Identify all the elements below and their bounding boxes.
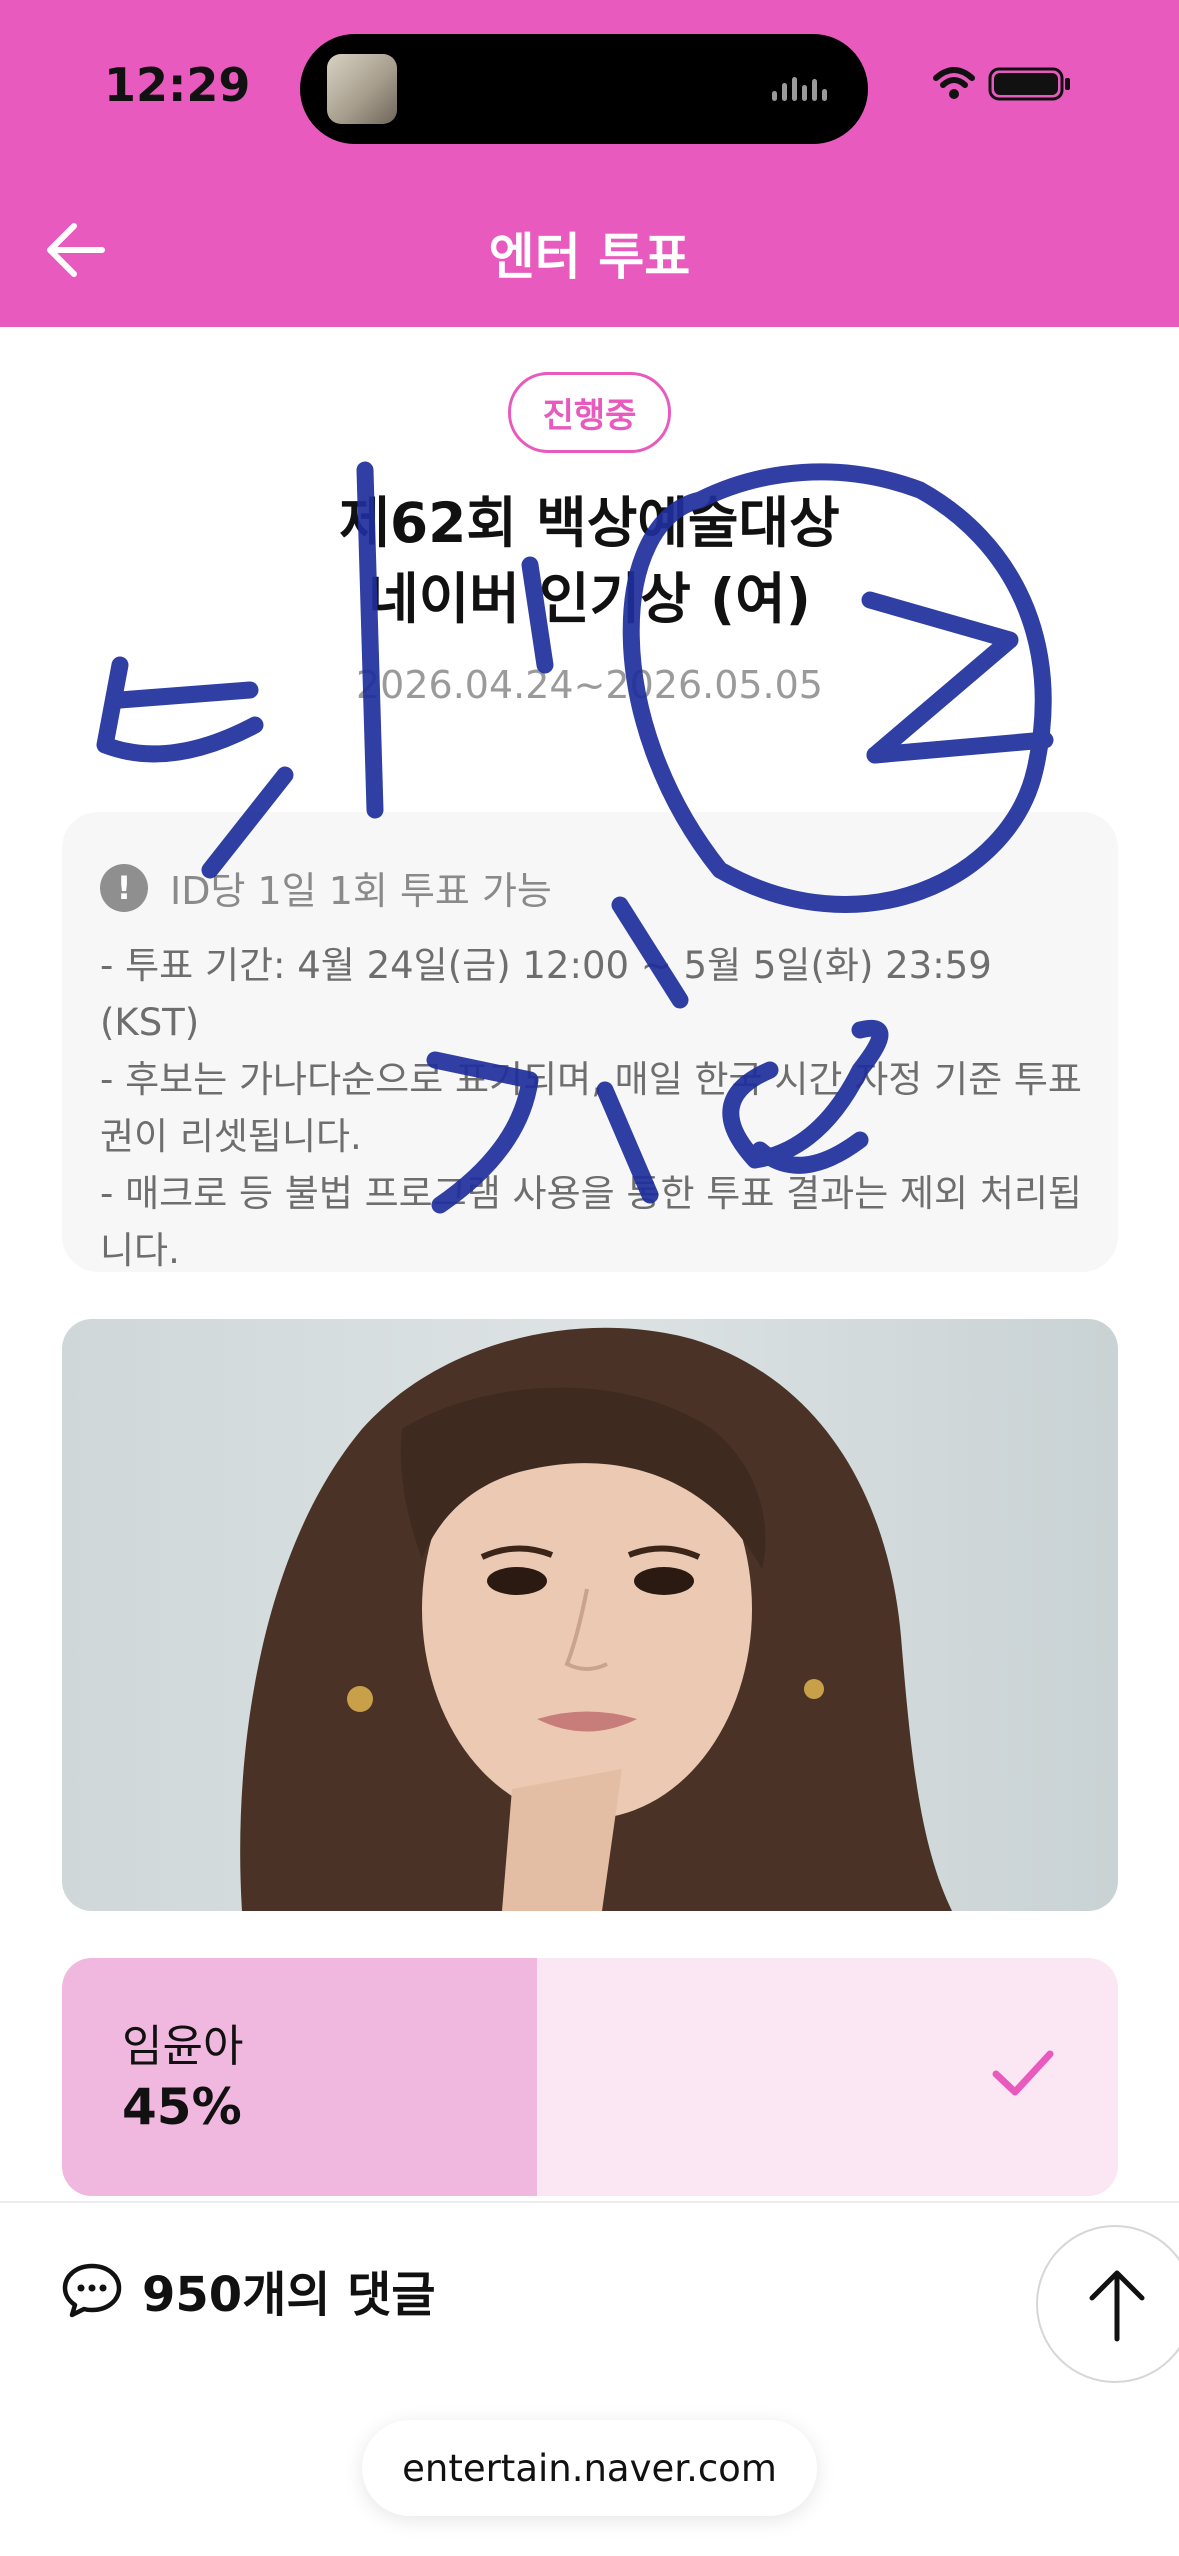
notice-box: ! ID당 1일 1회 투표 가능 - 투표 기간: 4월 24일(금) 12:… [62,812,1118,1272]
portrait-illustration [240,1327,953,1911]
vote-title-line1: 제62회 백상예술대상 [339,491,840,555]
candidate-name: 임윤아 [122,2021,244,2072]
arrow-up-icon [1089,2270,1145,2342]
notice-line: - 매크로 등 불법 프로그램 사용을 통한 투표 결과는 제외 처리됩니다. [100,1172,1082,1272]
status-time: 12:29 [104,58,251,112]
vote-option-card[interactable]: 임윤아 45% [62,1958,1118,2196]
dynamic-island[interactable] [300,34,868,144]
status-icons [933,67,1070,101]
battery-icon [988,67,1070,101]
notice-line: - 투표 기간: 4월 24일(금) 12:00 ~ 5월 5일(화) 23:5… [100,944,992,1044]
comment-bubble-icon [62,2263,122,2318]
vote-period: 2026.04.24~2026.05.05 [356,663,823,707]
page-title: 엔터 투표 [488,228,691,286]
vote-title: 제62회 백상예술대상 네이버 인기상 (여) [0,485,1179,637]
checkmark-icon [992,2050,1054,2096]
now-playing-thumbnail [327,54,397,124]
comments-link[interactable]: 950개의 댓글 [60,2255,436,2325]
notice-body: - 투표 기간: 4월 24일(금) 12:00 ~ 5월 5일(화) 23:5… [100,937,1100,1279]
notice-header: ! ID당 1일 1회 투표 가능 [100,860,552,915]
vote-title-line2: 네이버 인기상 (여) [368,567,811,631]
exclamation-icon: ! [100,863,148,912]
audio-waveform-icon [772,74,838,104]
comment-count: 950개의 댓글 [142,2267,436,2323]
scroll-to-top-button[interactable] [1036,2225,1179,2383]
notice-line: - 후보는 가나다순으로 표기되며, 매일 한국 시간 자정 기준 투표권이 리… [100,1058,1082,1158]
candidate-photo [62,1319,1118,1911]
status-badge: 진행중 [508,372,671,453]
wifi-icon [933,67,975,99]
notice-title: ID당 1일 1회 투표 가능 [170,869,552,913]
app-header: 12:29 엔터 투표 [0,0,1179,327]
divider [0,2201,1179,2203]
vote-percent: 45% [122,2078,242,2136]
browser-url-bar[interactable]: entertain.naver.com [362,2420,817,2516]
vote-progress-fill [62,1958,538,2196]
